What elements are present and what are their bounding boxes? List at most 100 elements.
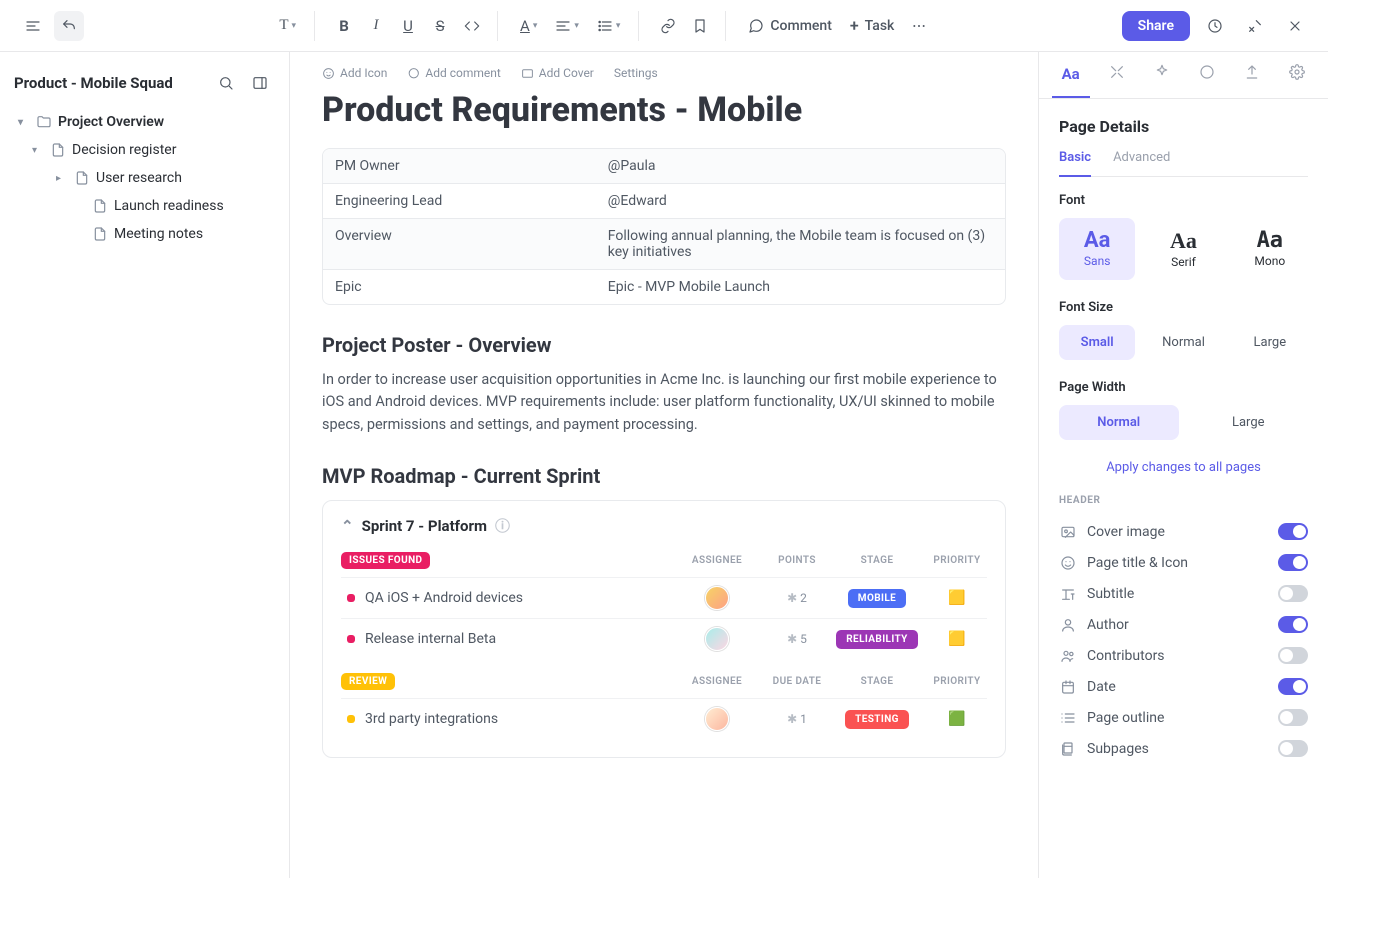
users-icon [1059, 648, 1077, 664]
page-title[interactable]: Product Requirements - Mobile [322, 90, 1006, 130]
tree-label: Meeting notes [114, 226, 203, 242]
sidebar-title: Product - Mobile Squad [14, 74, 173, 92]
bold-button[interactable]: B [329, 11, 359, 41]
toggle-label: Contributors [1087, 648, 1165, 664]
width-option-normal[interactable]: Normal [1059, 405, 1179, 440]
priority-flag[interactable]: 🟨 [948, 631, 965, 647]
menu-toggle-button[interactable] [18, 11, 48, 41]
toggle-switch[interactable] [1278, 554, 1308, 571]
sprint-title-row[interactable]: ⌃ Sprint 7 - Platform ⓘ [341, 515, 987, 536]
section-badge[interactable]: REVIEW [341, 673, 395, 690]
italic-button[interactable]: I [361, 11, 391, 41]
section-badge[interactable]: ISSUES FOUND [341, 552, 430, 569]
priority-flag[interactable]: 🟩 [948, 711, 965, 727]
strikethrough-button[interactable]: S [425, 11, 455, 41]
toggle-label: Date [1087, 679, 1116, 695]
size-option-normal[interactable]: Normal [1145, 325, 1221, 360]
sidebar-panel-button[interactable] [245, 68, 275, 98]
tree-label: Project Overview [58, 114, 164, 130]
stage-badge[interactable]: TESTING [845, 710, 909, 729]
toggle-switch[interactable] [1278, 678, 1308, 695]
code-button[interactable] [457, 11, 487, 41]
tree-item-user-research[interactable]: ▸ User research [14, 164, 275, 192]
assignee-avatar[interactable] [705, 707, 729, 731]
add-icon-action[interactable]: Add Icon [322, 66, 387, 80]
tree-item-launch-readiness[interactable]: Launch readiness [14, 192, 275, 220]
size-option-small[interactable]: Small [1059, 325, 1135, 360]
toggle-switch[interactable] [1278, 616, 1308, 633]
meta-value[interactable]: Epic - MVP Mobile Launch [596, 270, 1005, 304]
sprint-card: ⌃ Sprint 7 - Platform ⓘ ISSUES FOUNDASSI… [322, 500, 1006, 758]
task-button[interactable]: +Task [842, 11, 902, 40]
text-color-dropdown[interactable]: A▾ [512, 13, 545, 39]
search-button[interactable] [211, 68, 241, 98]
toggle-label: Subpages [1087, 741, 1149, 757]
toggle-row: Cover image [1059, 516, 1308, 547]
col-header: POINTS [767, 555, 827, 566]
size-option-large[interactable]: Large [1232, 325, 1308, 360]
underline-button[interactable]: U [393, 11, 423, 41]
add-cover-action[interactable]: Add Cover [521, 66, 594, 80]
assignee-avatar[interactable] [705, 586, 729, 610]
top-toolbar: T▾ B I U S A▾ ▾ ▾ Comment +Task [0, 0, 1328, 52]
size-label: Font Size [1059, 300, 1308, 315]
task-row[interactable]: 3rd party integrations ✱ 1 TESTING 🟩 [341, 698, 987, 739]
meta-value[interactable]: @Paula [596, 149, 1005, 183]
font-option-mono[interactable]: AaMono [1232, 218, 1308, 280]
task-row[interactable]: Release internal Beta ✱ 5 RELIABILITY 🟨 [341, 618, 987, 659]
meta-value[interactable]: Following annual planning, the Mobile te… [596, 219, 1005, 269]
image-icon [1059, 524, 1077, 540]
history-button[interactable] [1200, 11, 1230, 41]
more-button[interactable] [904, 11, 934, 41]
align-dropdown[interactable]: ▾ [547, 14, 587, 38]
task-row[interactable]: QA iOS + Android devices ✱ 2 MOBILE 🟨 [341, 577, 987, 618]
share-button[interactable]: Share [1122, 11, 1190, 41]
font-option-sans[interactable]: AaSans [1059, 218, 1135, 280]
tree-item-meeting-notes[interactable]: Meeting notes [14, 220, 275, 248]
priority-flag[interactable]: 🟨 [948, 590, 965, 606]
bookmark-button[interactable] [685, 11, 715, 41]
poster-heading[interactable]: Project Poster - Overview [322, 333, 1006, 357]
assignee-avatar[interactable] [705, 627, 729, 651]
task-name: Release internal Beta [365, 631, 687, 647]
rpanel-tab-ai[interactable] [1144, 52, 1180, 98]
stage-badge[interactable]: RELIABILITY [836, 630, 918, 649]
points-value: ✱ 5 [787, 632, 807, 646]
rpanel-tab-export[interactable] [1234, 52, 1270, 98]
toggle-switch[interactable] [1278, 740, 1308, 757]
status-dot [347, 594, 355, 602]
text-style-dropdown[interactable]: T▾ [271, 13, 304, 38]
roadmap-heading[interactable]: MVP Roadmap - Current Sprint [322, 464, 1006, 488]
toggle-switch[interactable] [1278, 523, 1308, 540]
subtab-advanced[interactable]: Advanced [1113, 150, 1170, 176]
tree-item-project-overview[interactable]: ▾ Project Overview [14, 108, 275, 136]
undo-button[interactable] [54, 11, 84, 41]
width-option-large[interactable]: Large [1189, 405, 1309, 440]
header-section-title: HEADER [1059, 495, 1308, 506]
link-button[interactable] [653, 11, 683, 41]
stage-badge[interactable]: MOBILE [848, 589, 906, 608]
subtab-basic[interactable]: Basic [1059, 150, 1091, 177]
toggle-switch[interactable] [1278, 585, 1308, 602]
tree-item-decision-register[interactable]: ▾ Decision register [14, 136, 275, 164]
close-button[interactable] [1280, 11, 1310, 41]
toggle-label: Page title & Icon [1087, 555, 1188, 571]
toggle-switch[interactable] [1278, 709, 1308, 726]
toggle-switch[interactable] [1278, 647, 1308, 664]
settings-action[interactable]: Settings [614, 66, 658, 80]
meta-table: PM Owner@Paula Engineering Lead@Edward O… [322, 148, 1006, 305]
rpanel-tab-settings[interactable] [1279, 52, 1315, 98]
poster-body[interactable]: In order to increase user acquisition op… [322, 369, 1006, 436]
apply-all-link[interactable]: Apply changes to all pages [1059, 460, 1308, 475]
toggle-row: Date [1059, 671, 1308, 702]
list-dropdown[interactable]: ▾ [589, 14, 629, 38]
collapse-button[interactable] [1240, 11, 1270, 41]
rpanel-tab-relations[interactable] [1099, 52, 1135, 98]
add-comment-action[interactable]: Add comment [407, 66, 500, 80]
comment-button[interactable]: Comment [740, 13, 839, 39]
task-label: Task [865, 18, 895, 34]
rpanel-tab-comments[interactable] [1189, 52, 1225, 98]
font-option-serif[interactable]: AaSerif [1145, 218, 1221, 280]
meta-value[interactable]: @Edward [596, 184, 1005, 218]
rpanel-tab-typography[interactable]: Aa [1052, 52, 1090, 98]
